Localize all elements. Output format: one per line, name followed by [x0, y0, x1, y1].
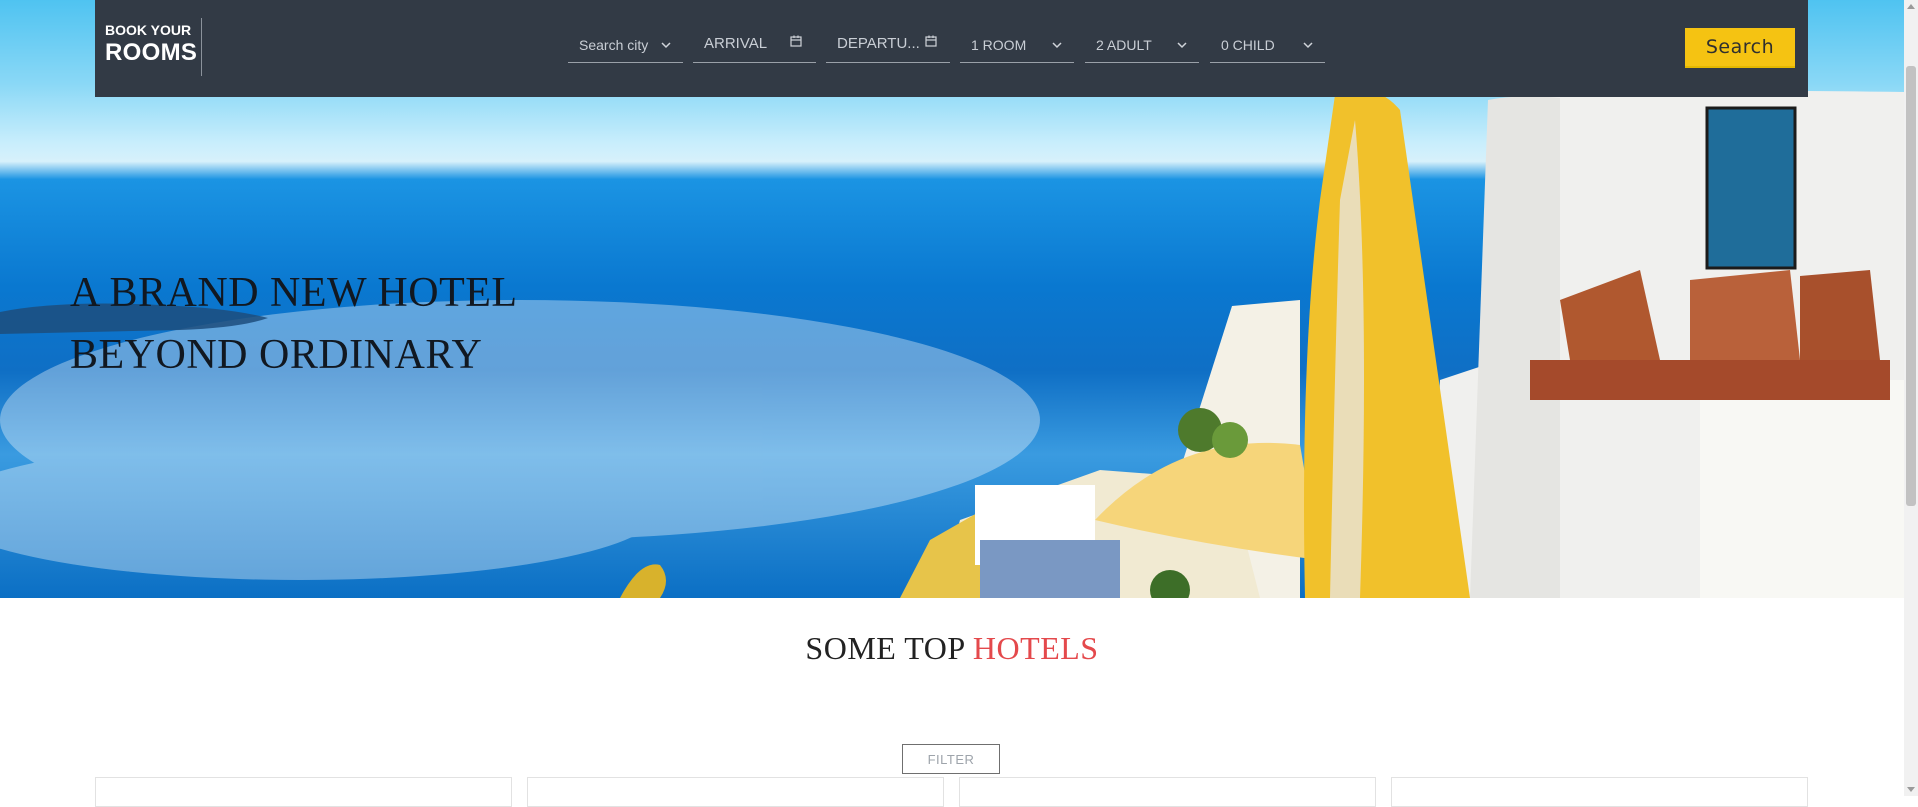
hotel-card[interactable] [959, 777, 1376, 807]
chevron-down-icon [1177, 42, 1187, 49]
departure-date-field[interactable]: DEPARTU... [826, 28, 950, 63]
rooms-select-label: 1 ROOM [971, 37, 1027, 53]
children-select-label: 0 CHILD [1221, 37, 1275, 53]
page-scrollbar[interactable] [1904, 0, 1918, 796]
arrival-date-field[interactable]: ARRIVAL [693, 28, 816, 63]
filter-button[interactable]: FILTER [902, 744, 1000, 774]
departure-date-label: DEPARTU... [837, 34, 920, 52]
search-button[interactable]: Search [1685, 28, 1795, 68]
brand-line-2: ROOMS [105, 39, 198, 66]
hero-title-line-2: BEYOND ORDINARY [70, 332, 483, 378]
city-select-label: Search city [579, 37, 649, 53]
city-select[interactable]: Search city [568, 28, 683, 63]
calendar-icon[interactable] [924, 34, 938, 48]
rooms-select[interactable]: 1 ROOM [960, 28, 1074, 63]
hero-title: A BRAND NEW HOTEL BEYOND ORDINARY [70, 262, 518, 386]
scrollbar-thumb[interactable] [1906, 66, 1916, 506]
hotel-card[interactable] [527, 777, 944, 807]
arrival-date-label: ARRIVAL [704, 34, 768, 52]
chevron-down-icon [1052, 42, 1062, 49]
top-navbar: BOOK YOUR ROOMS Search city ARRIVAL DEPA… [95, 0, 1808, 97]
hotel-card[interactable] [1391, 777, 1808, 807]
adults-select[interactable]: 2 ADULT [1085, 28, 1199, 63]
children-select[interactable]: 0 CHILD [1210, 28, 1325, 63]
scroll-down-arrow-icon[interactable] [1907, 787, 1915, 792]
brand-line-1: BOOK YOUR [105, 22, 192, 38]
section-title-main: SOME TOP [805, 630, 965, 666]
chevron-down-icon [1303, 42, 1313, 49]
section-title: SOME TOP HOTELS [0, 630, 1904, 667]
calendar-icon[interactable] [789, 34, 803, 48]
section-title-accent: HOTELS [972, 630, 1099, 666]
hotel-card[interactable] [95, 777, 512, 807]
brand-logo[interactable]: BOOK YOUR ROOMS [105, 18, 202, 76]
chevron-down-icon [661, 42, 671, 49]
adults-select-label: 2 ADULT [1096, 37, 1152, 53]
hero-title-line-1: A BRAND NEW HOTEL [70, 270, 518, 316]
scroll-up-arrow-icon[interactable] [1907, 4, 1915, 9]
